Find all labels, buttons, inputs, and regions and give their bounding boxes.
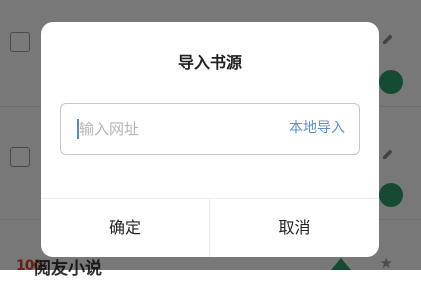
local-import-button[interactable]: 本地导入: [289, 104, 345, 153]
url-field[interactable]: 本地导入: [60, 103, 360, 155]
confirm-button[interactable]: 确定: [41, 199, 209, 257]
dialog-title: 导入书源: [177, 53, 242, 72]
import-source-dialog: 导入书源 本地导入 确定 取消: [41, 22, 379, 257]
cancel-button[interactable]: 取消: [210, 199, 379, 257]
url-input[interactable]: [79, 104, 269, 153]
